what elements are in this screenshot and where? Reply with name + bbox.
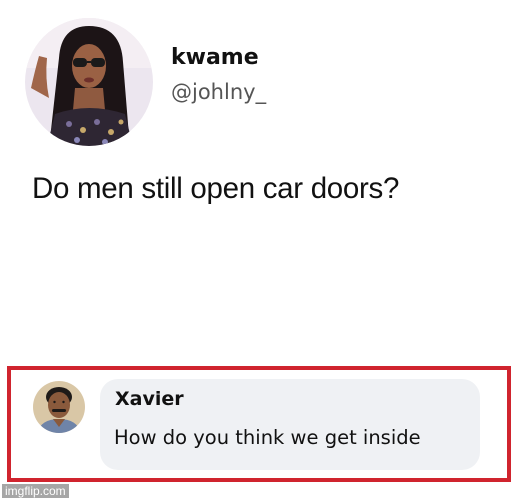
author-info: kwame @johlny_	[171, 45, 266, 104]
commenter-avatar[interactable]	[33, 381, 85, 433]
watermark: imgflip.com	[2, 484, 69, 498]
tweet-header: kwame @johlny_	[25, 18, 266, 146]
comment-text: How do you think we get inside	[114, 426, 421, 449]
author-avatar[interactable]	[25, 18, 153, 146]
reply-highlight-box: Xavier How do you think we get inside	[7, 366, 511, 482]
author-handle[interactable]: @johlny_	[171, 80, 266, 104]
commenter-name[interactable]: Xavier	[115, 388, 184, 410]
comment-bubble: Xavier How do you think we get inside	[100, 379, 480, 470]
author-avatar-photo	[25, 18, 153, 146]
commenter-avatar-photo	[33, 381, 85, 433]
tweet-text: Do men still open car doors?	[32, 172, 400, 205]
author-name[interactable]: kwame	[171, 45, 266, 70]
